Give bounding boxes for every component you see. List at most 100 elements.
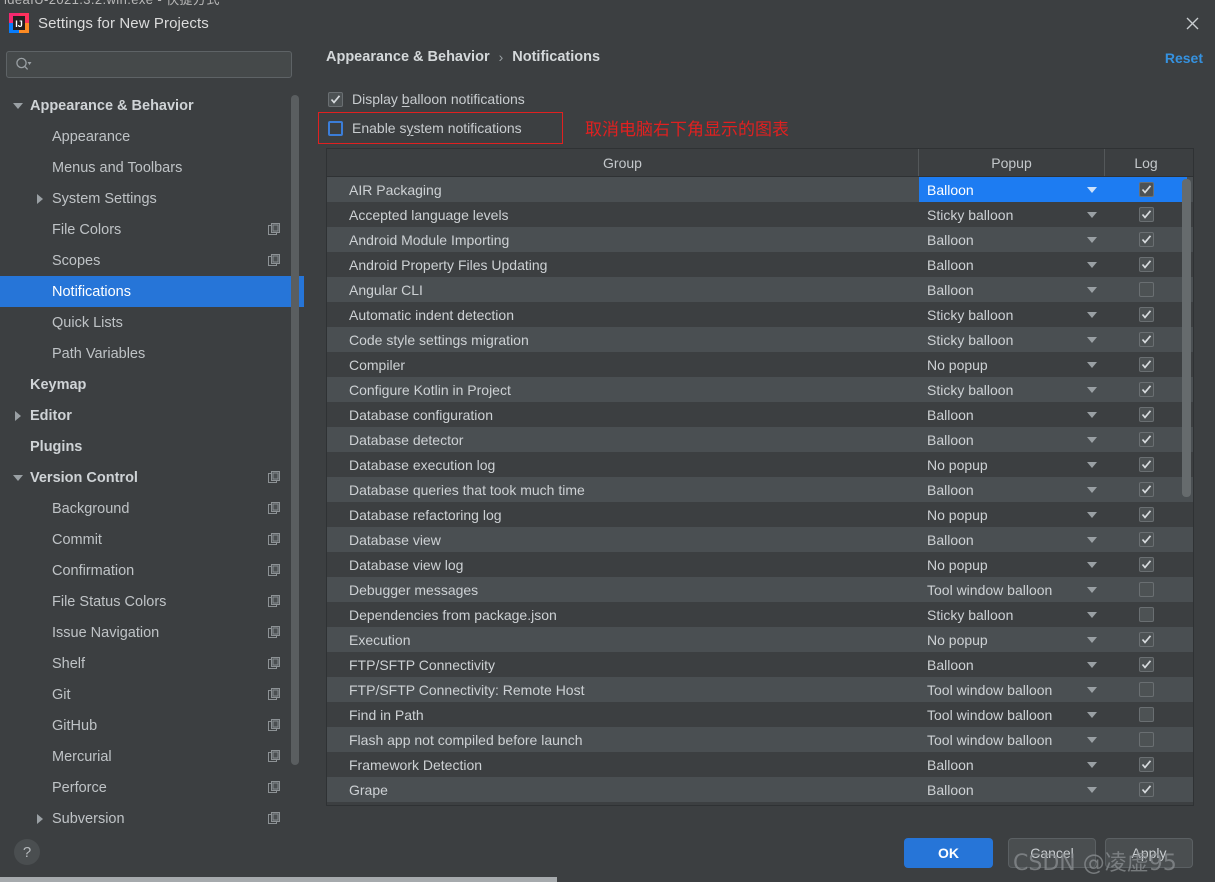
log-checkbox[interactable]	[1138, 382, 1154, 397]
popup-select[interactable]: Balloon	[919, 527, 1105, 552]
cell-group[interactable]: Framework Detection	[327, 752, 919, 777]
popup-select[interactable]: Sticky balloon	[919, 327, 1105, 352]
cell-log[interactable]	[1105, 427, 1187, 452]
cell-log[interactable]	[1105, 552, 1187, 577]
chevron-down-icon[interactable]	[1087, 736, 1097, 743]
cell-group[interactable]: Code style settings migration	[327, 327, 919, 352]
table-row[interactable]: Android Module Importing Balloon	[327, 227, 1193, 252]
log-checkbox[interactable]	[1138, 682, 1154, 697]
cell-group[interactable]: Configure Kotlin in Project	[327, 377, 919, 402]
log-checkbox[interactable]	[1138, 757, 1154, 772]
chevron-right-icon[interactable]	[12, 410, 24, 422]
help-button[interactable]: ?	[14, 839, 40, 865]
search-input[interactable]	[32, 57, 291, 72]
table-row[interactable]: Database view log No popup	[327, 552, 1193, 577]
chevron-down-icon[interactable]	[1087, 761, 1097, 768]
table-row[interactable]: Database execution log No popup	[327, 452, 1193, 477]
cell-group[interactable]: Grape	[327, 777, 919, 802]
copy-settings-icon[interactable]	[268, 749, 282, 764]
sidebar-item-commit[interactable]: Commit	[0, 524, 304, 555]
cell-group[interactable]: Database configuration	[327, 402, 919, 427]
copy-settings-icon[interactable]	[268, 656, 282, 671]
table-row[interactable]: Framework Detection Balloon	[327, 752, 1193, 777]
cell-log[interactable]	[1105, 352, 1187, 377]
sidebar-item-appearance[interactable]: Appearance	[0, 121, 304, 152]
cell-group[interactable]: AIR Packaging	[327, 177, 919, 202]
log-checkbox[interactable]	[1138, 582, 1154, 597]
sidebar-item-subversion[interactable]: Subversion	[0, 803, 304, 828]
sidebar-item-keymap[interactable]: Keymap	[0, 369, 304, 400]
sidebar-item-mercurial[interactable]: Mercurial	[0, 741, 304, 772]
cell-log[interactable]	[1105, 652, 1187, 677]
copy-settings-icon[interactable]	[268, 222, 282, 237]
ok-button[interactable]: OK	[904, 838, 993, 868]
popup-select[interactable]: Sticky balloon	[919, 202, 1105, 227]
popup-select[interactable]: Tool window balloon	[919, 577, 1105, 602]
chevron-down-icon[interactable]	[1087, 786, 1097, 793]
copy-settings-icon[interactable]	[268, 563, 282, 578]
cell-log[interactable]	[1105, 227, 1187, 252]
cell-group[interactable]: Angular CLI	[327, 277, 919, 302]
popup-select[interactable]: Balloon	[919, 427, 1105, 452]
log-checkbox[interactable]	[1138, 357, 1154, 372]
chevron-right-icon[interactable]	[34, 193, 46, 205]
cell-log[interactable]	[1105, 627, 1187, 652]
log-checkbox[interactable]	[1138, 657, 1154, 672]
sidebar-item-editor[interactable]: Editor	[0, 400, 304, 431]
chevron-down-icon[interactable]	[1087, 611, 1097, 618]
cell-group[interactable]: Compiler	[327, 352, 919, 377]
log-checkbox[interactable]	[1138, 732, 1154, 747]
cell-group[interactable]: Android Module Importing	[327, 227, 919, 252]
table-row[interactable]: Dependencies from package.json Sticky bal…	[327, 602, 1193, 627]
log-checkbox[interactable]	[1138, 507, 1154, 522]
cell-log[interactable]	[1105, 527, 1187, 552]
cell-group[interactable]: Flash app not compiled before launch	[327, 727, 919, 752]
copy-settings-icon[interactable]	[268, 253, 282, 268]
copy-settings-icon[interactable]	[268, 687, 282, 702]
popup-select[interactable]: Balloon	[919, 177, 1105, 202]
popup-select[interactable]: Sticky balloon	[919, 602, 1105, 627]
table-row[interactable]: Database refactoring log No popup	[327, 502, 1193, 527]
copy-settings-icon[interactable]	[268, 470, 282, 485]
cell-group[interactable]: Database execution log	[327, 452, 919, 477]
log-checkbox[interactable]	[1138, 432, 1154, 447]
chevron-right-icon[interactable]	[34, 813, 46, 825]
cell-group[interactable]: Execution	[327, 627, 919, 652]
log-checkbox[interactable]	[1138, 182, 1154, 197]
chevron-down-icon[interactable]	[1087, 511, 1097, 518]
table-row[interactable]: Compiler No popup	[327, 352, 1193, 377]
cell-group[interactable]: Database queries that took much time	[327, 477, 919, 502]
log-checkbox[interactable]	[1138, 457, 1154, 472]
log-checkbox[interactable]	[1138, 632, 1154, 647]
close-icon[interactable]	[1177, 10, 1207, 36]
popup-select[interactable]: Balloon	[919, 277, 1105, 302]
chevron-down-icon[interactable]	[1087, 236, 1097, 243]
popup-select[interactable]: Balloon	[919, 227, 1105, 252]
cell-log[interactable]	[1105, 402, 1187, 427]
chevron-down-icon[interactable]	[12, 472, 24, 484]
table-row[interactable]: Execution No popup	[327, 627, 1193, 652]
popup-select[interactable]: Balloon	[919, 402, 1105, 427]
table-row[interactable]: Accepted language levels Sticky balloon	[327, 202, 1193, 227]
sidebar-item-plugins[interactable]: Plugins	[0, 431, 304, 462]
sidebar-scrollbar-thumb[interactable]	[291, 95, 299, 765]
column-header-popup[interactable]: Popup	[919, 149, 1105, 176]
cell-log[interactable]	[1105, 252, 1187, 277]
log-checkbox[interactable]	[1138, 532, 1154, 547]
log-checkbox[interactable]	[1138, 782, 1154, 797]
copy-settings-icon[interactable]	[268, 625, 282, 640]
reset-link[interactable]: Reset	[1165, 50, 1203, 66]
table-row[interactable]: Android Property Files Updating Balloon	[327, 252, 1193, 277]
table-row[interactable]: Automatic indent detection Sticky balloon	[327, 302, 1193, 327]
chevron-down-icon[interactable]	[1087, 461, 1097, 468]
chevron-down-icon[interactable]	[1087, 311, 1097, 318]
sidebar-item-file-status-colors[interactable]: File Status Colors	[0, 586, 304, 617]
breadcrumb-parent[interactable]: Appearance & Behavior	[326, 49, 490, 65]
log-checkbox[interactable]	[1138, 232, 1154, 247]
popup-select[interactable]: Balloon	[919, 752, 1105, 777]
table-row[interactable]: Database detector Balloon	[327, 427, 1193, 452]
cell-log[interactable]	[1105, 377, 1187, 402]
sidebar-item-file-colors[interactable]: File Colors	[0, 214, 304, 245]
cell-group[interactable]: Database detector	[327, 427, 919, 452]
table-row[interactable]: FTP/SFTP Connectivity: Remote Host Tool w…	[327, 677, 1193, 702]
